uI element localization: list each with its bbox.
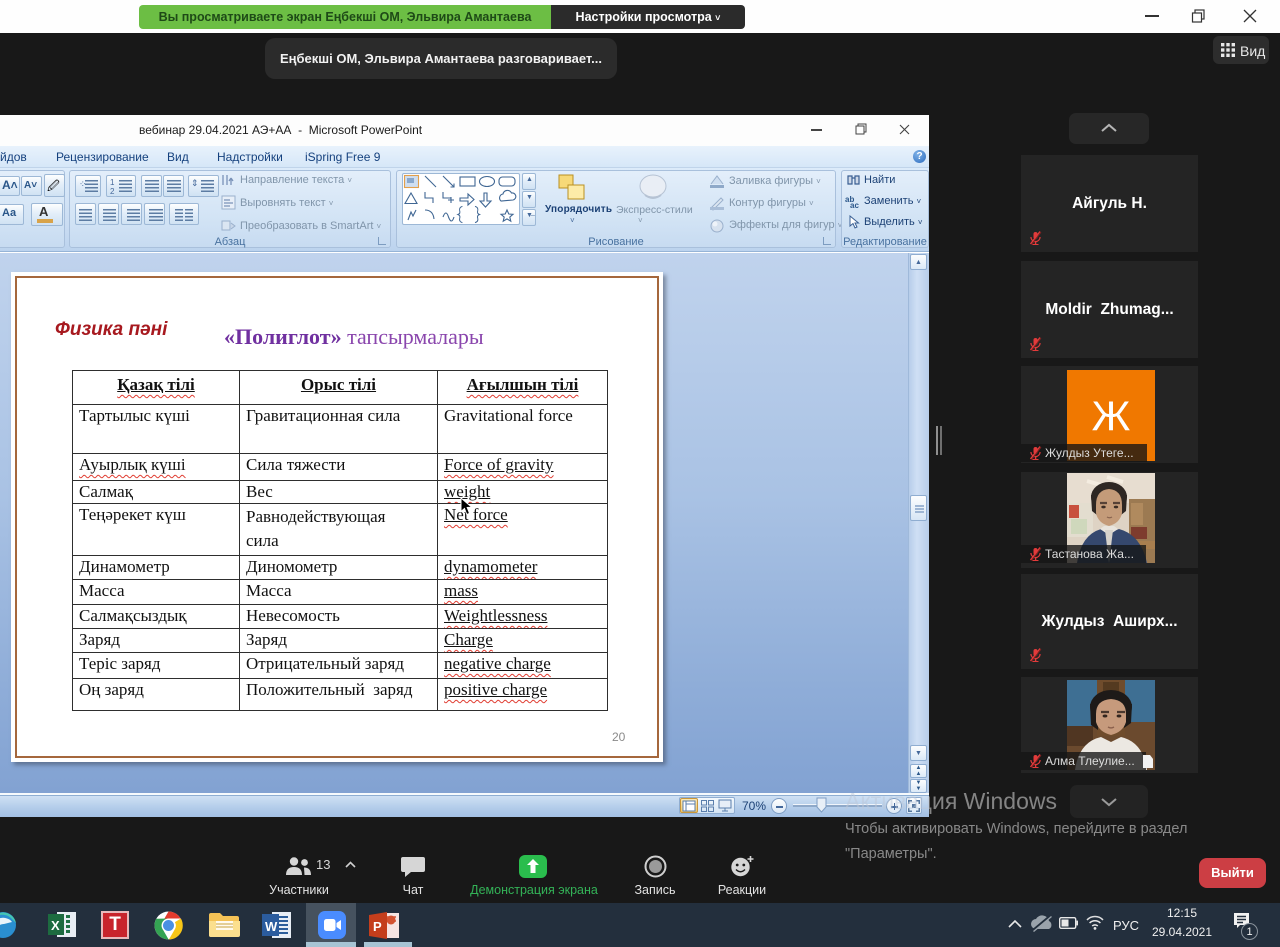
svg-text:X: X <box>51 918 60 933</box>
svg-text:W: W <box>265 919 278 934</box>
svg-text:ac: ac <box>850 201 859 209</box>
svg-text:P: P <box>373 919 382 934</box>
